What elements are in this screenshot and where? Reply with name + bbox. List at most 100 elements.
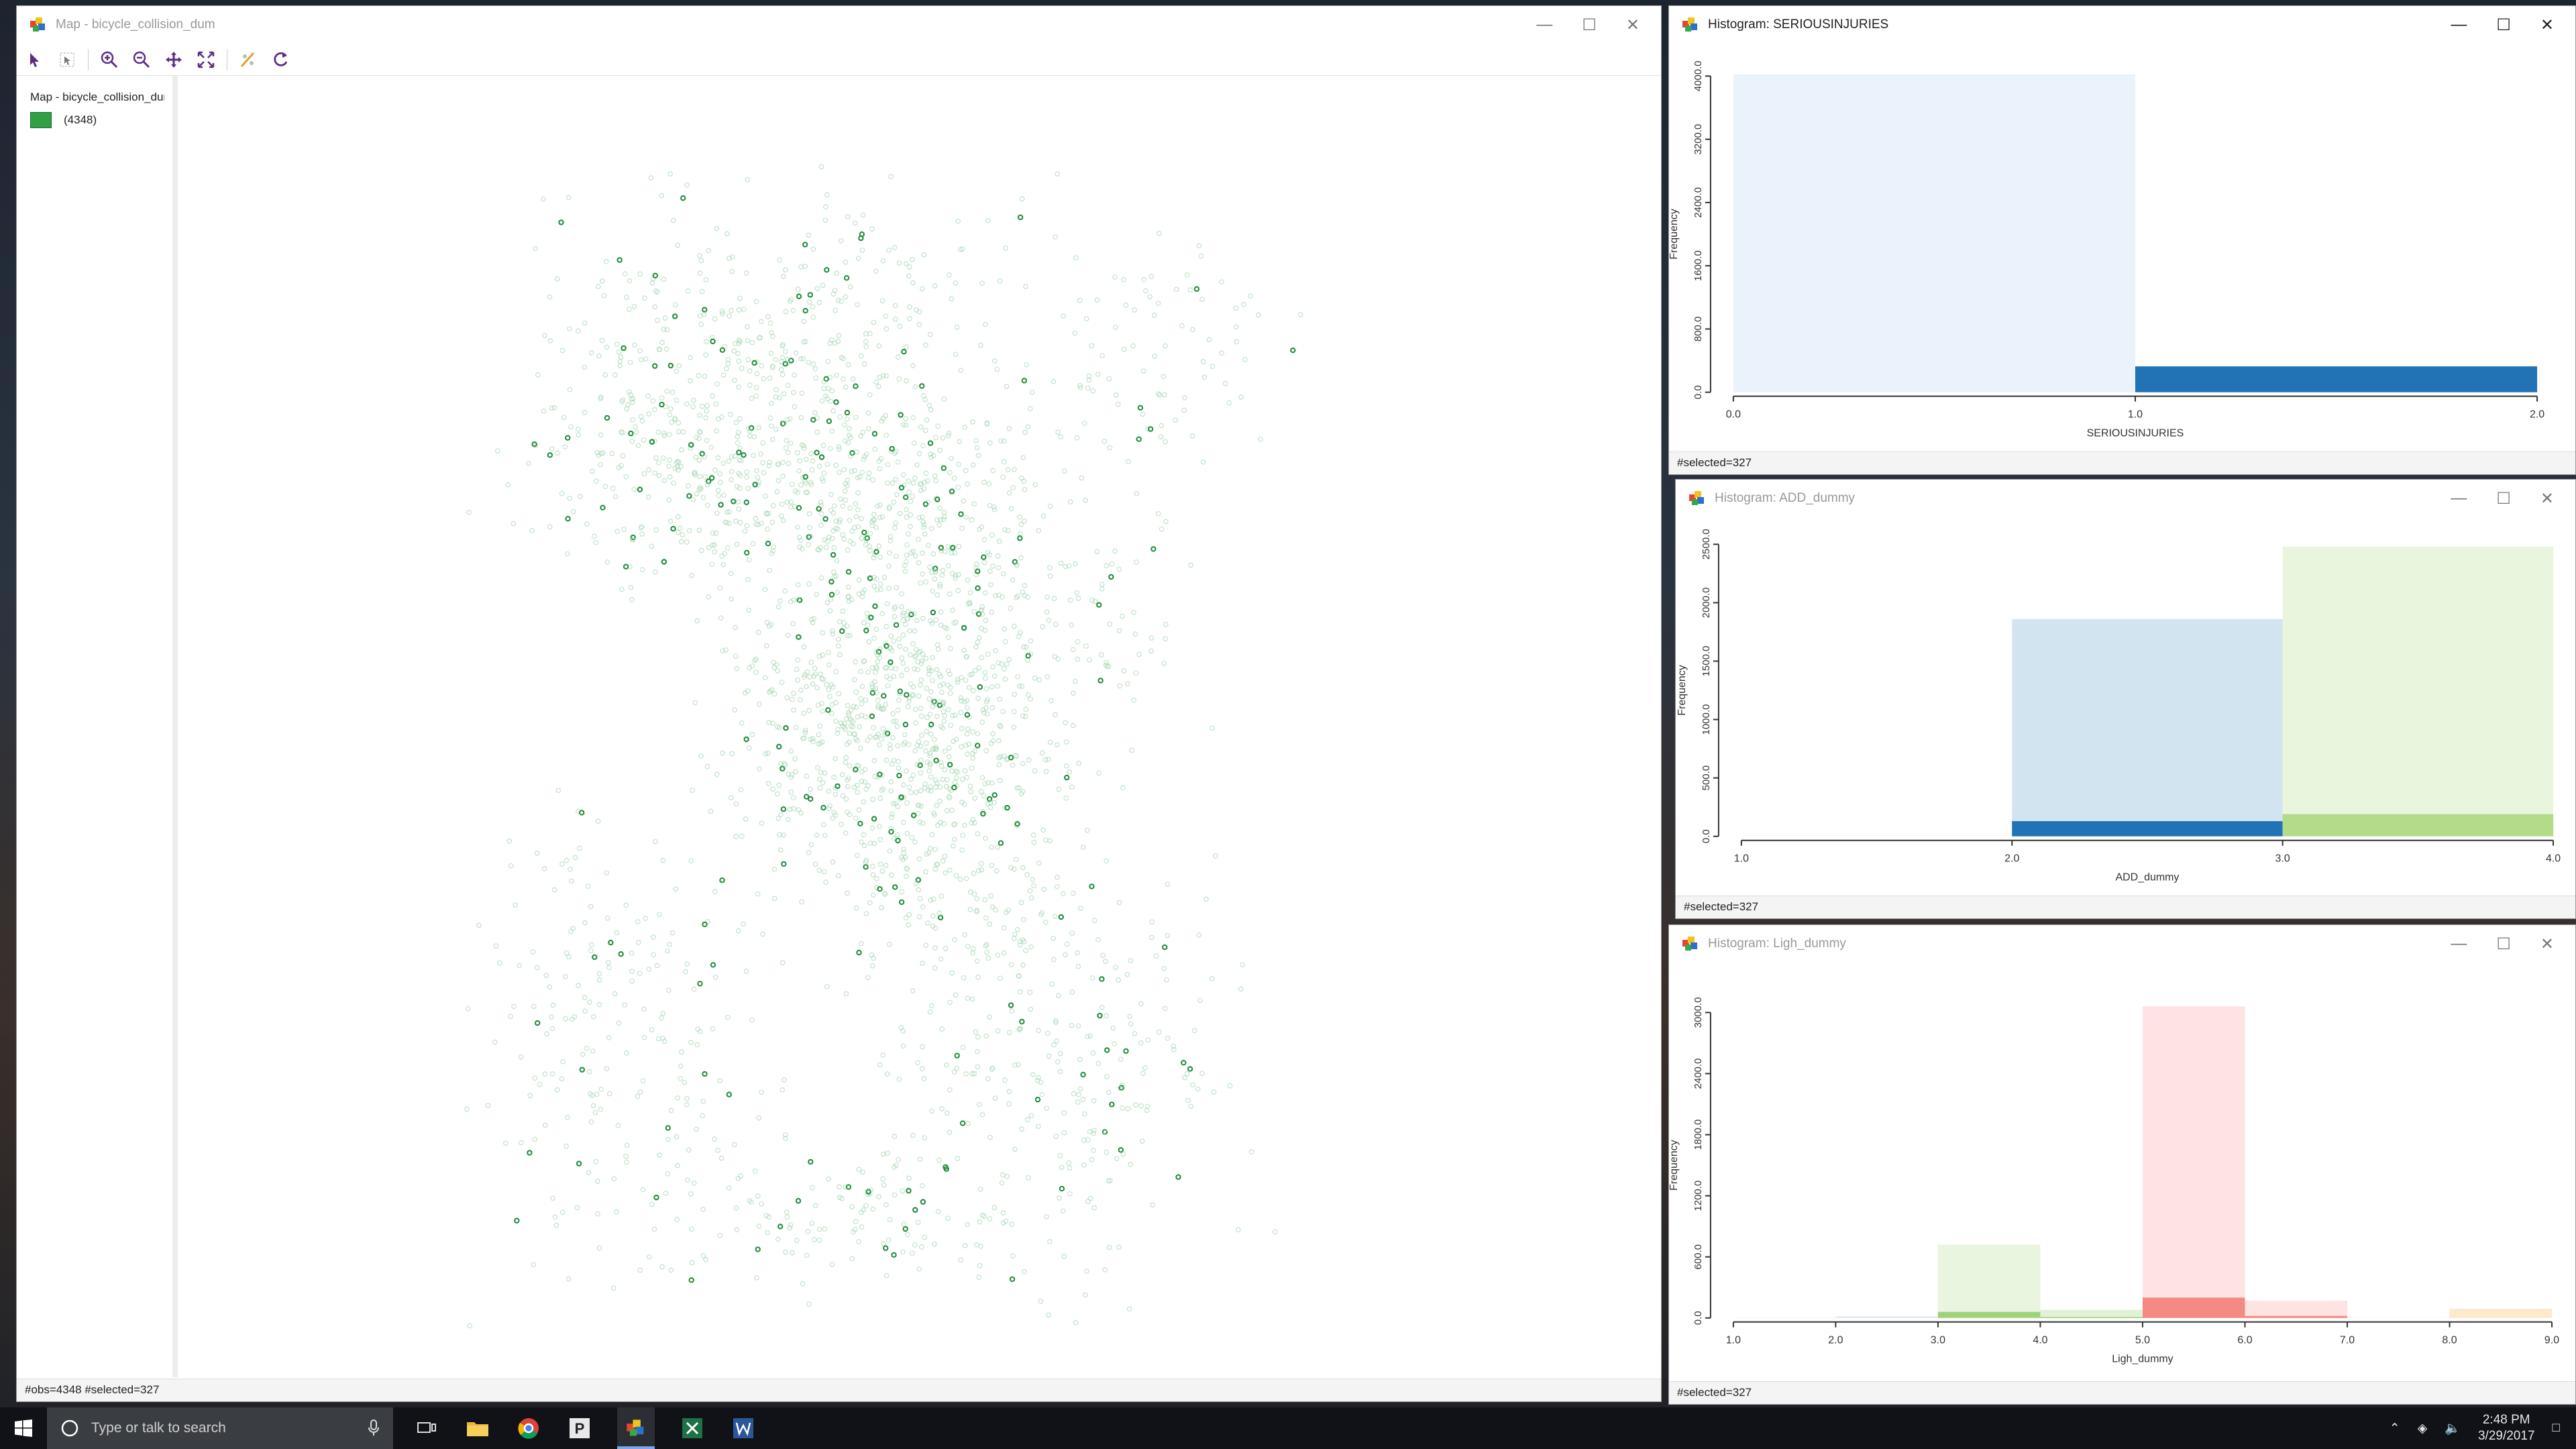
collision-point — [927, 784, 933, 790]
network-icon[interactable]: ◈ — [2418, 1421, 2428, 1436]
collision-point — [735, 928, 741, 934]
pan-icon[interactable] — [162, 48, 185, 71]
collision-point — [745, 577, 751, 582]
publisher-app-icon[interactable]: P — [566, 1415, 593, 1442]
collision-point — [934, 642, 941, 648]
select-arrow-icon[interactable] — [23, 48, 46, 71]
volume-icon[interactable]: 🔈 — [2445, 1420, 2461, 1436]
collision-point — [736, 506, 742, 512]
collision-point — [930, 678, 935, 684]
histogram1-plot[interactable]: 0.0 1.0 2.00.0800.01600.02400.03200.04000.… — [1669, 44, 2575, 446]
collision-point — [904, 667, 910, 672]
geoda-taskbar-icon[interactable] — [617, 1407, 655, 1449]
collision-point — [627, 278, 633, 284]
collision-point — [883, 313, 889, 319]
histogram-selected-bar[interactable] — [2245, 1316, 2348, 1318]
histogram-bar[interactable] — [2282, 546, 2554, 837]
histogram-bar[interactable] — [2449, 1309, 2553, 1318]
collision-point — [965, 705, 970, 710]
histogram-bar[interactable] — [2245, 1300, 2348, 1318]
collision-point — [829, 710, 835, 716]
word-icon[interactable] — [730, 1415, 757, 1442]
maximize-icon[interactable]: ☐ — [1582, 15, 1597, 35]
file-explorer-icon[interactable] — [464, 1415, 491, 1442]
zoom-in-icon[interactable] — [98, 48, 121, 71]
collision-point — [555, 450, 561, 456]
histogram2-plot[interactable]: 1.0 2.0 3.0 4.00.0500.01000.01500.02000.025… — [1676, 517, 2575, 893]
maximize-icon[interactable]: ☐ — [2496, 934, 2511, 954]
close-icon[interactable]: ✕ — [1626, 15, 1640, 35]
selection-tool-icon[interactable] — [237, 48, 260, 71]
collision-point — [650, 398, 656, 404]
collision-point — [726, 1185, 732, 1191]
collision-point — [782, 349, 788, 354]
collision-point — [818, 575, 824, 581]
collision-point — [1083, 643, 1089, 649]
collision-point — [628, 584, 634, 590]
collision-point — [919, 383, 925, 389]
maximize-icon[interactable]: ☐ — [2496, 15, 2511, 35]
close-icon[interactable]: ✕ — [2540, 489, 2554, 508]
collision-point — [824, 545, 829, 550]
minimize-icon[interactable]: — — [2451, 15, 2467, 35]
collision-point — [547, 338, 553, 343]
collision-point — [810, 458, 816, 464]
collision-point — [888, 665, 894, 671]
histogram-selected-bar[interactable] — [2282, 814, 2554, 837]
collision-point — [739, 833, 745, 839]
histogram3-titlebar[interactable]: Histogram: Ligh_dummy — ☐ ✕ — [1669, 925, 2575, 963]
task-view-icon[interactable] — [413, 1415, 440, 1442]
histogram-bar[interactable] — [1733, 74, 2135, 392]
minimize-icon[interactable]: — — [2451, 934, 2467, 954]
map-canvas[interactable] — [184, 76, 1662, 1377]
histogram-selected-bar[interactable] — [2135, 366, 2538, 392]
minimize-icon[interactable]: — — [2451, 489, 2467, 508]
collision-point — [566, 1276, 572, 1282]
histogram-selected-bar[interactable] — [2142, 1297, 2245, 1318]
histogram2-titlebar[interactable]: Histogram: ADD_dummy — ☐ ✕ — [1676, 480, 2575, 517]
minimize-icon[interactable]: — — [1536, 15, 1552, 35]
collision-point — [1008, 1002, 1014, 1008]
zoom-out-icon[interactable] — [130, 48, 153, 71]
close-icon[interactable]: ✕ — [2540, 934, 2554, 954]
maximize-icon[interactable]: ☐ — [2496, 489, 2511, 508]
show-hidden-icons-chevron-icon[interactable]: ⌃ — [2390, 1421, 2400, 1436]
select-mode-icon[interactable] — [56, 48, 78, 71]
taskbar-clock[interactable]: 2:48 PM 3/29/2017 — [2478, 1412, 2535, 1444]
histogram-selected-bar[interactable] — [1937, 1311, 2041, 1318]
collision-point — [925, 787, 931, 793]
collision-point — [724, 545, 731, 551]
histogram-selected-bar[interactable] — [2012, 821, 2283, 837]
start-button[interactable] — [0, 1407, 47, 1449]
excel-icon[interactable] — [679, 1415, 706, 1442]
collision-point — [1144, 1108, 1150, 1114]
collision-point — [960, 1044, 966, 1051]
chrome-icon[interactable] — [515, 1415, 542, 1442]
histogram-selected-bar[interactable] — [2040, 1317, 2143, 1318]
close-icon[interactable]: ✕ — [2540, 15, 2554, 35]
taskbar-search-box[interactable]: Type or talk to search — [47, 1407, 393, 1449]
refresh-icon[interactable] — [269, 48, 292, 71]
histogram-bar[interactable] — [1835, 1316, 1938, 1318]
fit-extent-icon[interactable] — [195, 48, 217, 71]
collision-point — [973, 437, 979, 443]
collision-point — [1219, 279, 1224, 285]
action-center-icon[interactable]: □ — [2553, 1421, 2560, 1436]
collision-point — [1008, 506, 1014, 512]
legend-item[interactable]: (4348) — [30, 112, 164, 128]
histogram3-plot[interactable]: 1.0 2.0 3.0 4.0 5.0 6.0 7.0 8.0 9.00.0600.01200.… — [1669, 963, 2575, 1379]
histogram1-titlebar[interactable]: Histogram: SERIOUSINJURIES — ☐ ✕ — [1669, 6, 2575, 44]
collision-point — [564, 950, 570, 956]
map-titlebar[interactable]: Map - bicycle_collision_dum — ☐ ✕ — [17, 6, 1661, 44]
histogram-bar[interactable] — [1937, 1244, 2041, 1318]
collision-point — [659, 339, 665, 345]
collision-point — [622, 1002, 628, 1008]
histogram-bar[interactable] — [2012, 619, 2283, 837]
histogram-bar[interactable] — [2142, 1006, 2245, 1318]
microphone-icon[interactable] — [368, 1419, 380, 1437]
collision-point — [703, 1256, 708, 1263]
histogram-bar[interactable] — [2040, 1309, 2143, 1318]
collision-point — [918, 677, 924, 683]
collision-points-map[interactable] — [184, 76, 1662, 1377]
collision-point — [717, 480, 723, 486]
